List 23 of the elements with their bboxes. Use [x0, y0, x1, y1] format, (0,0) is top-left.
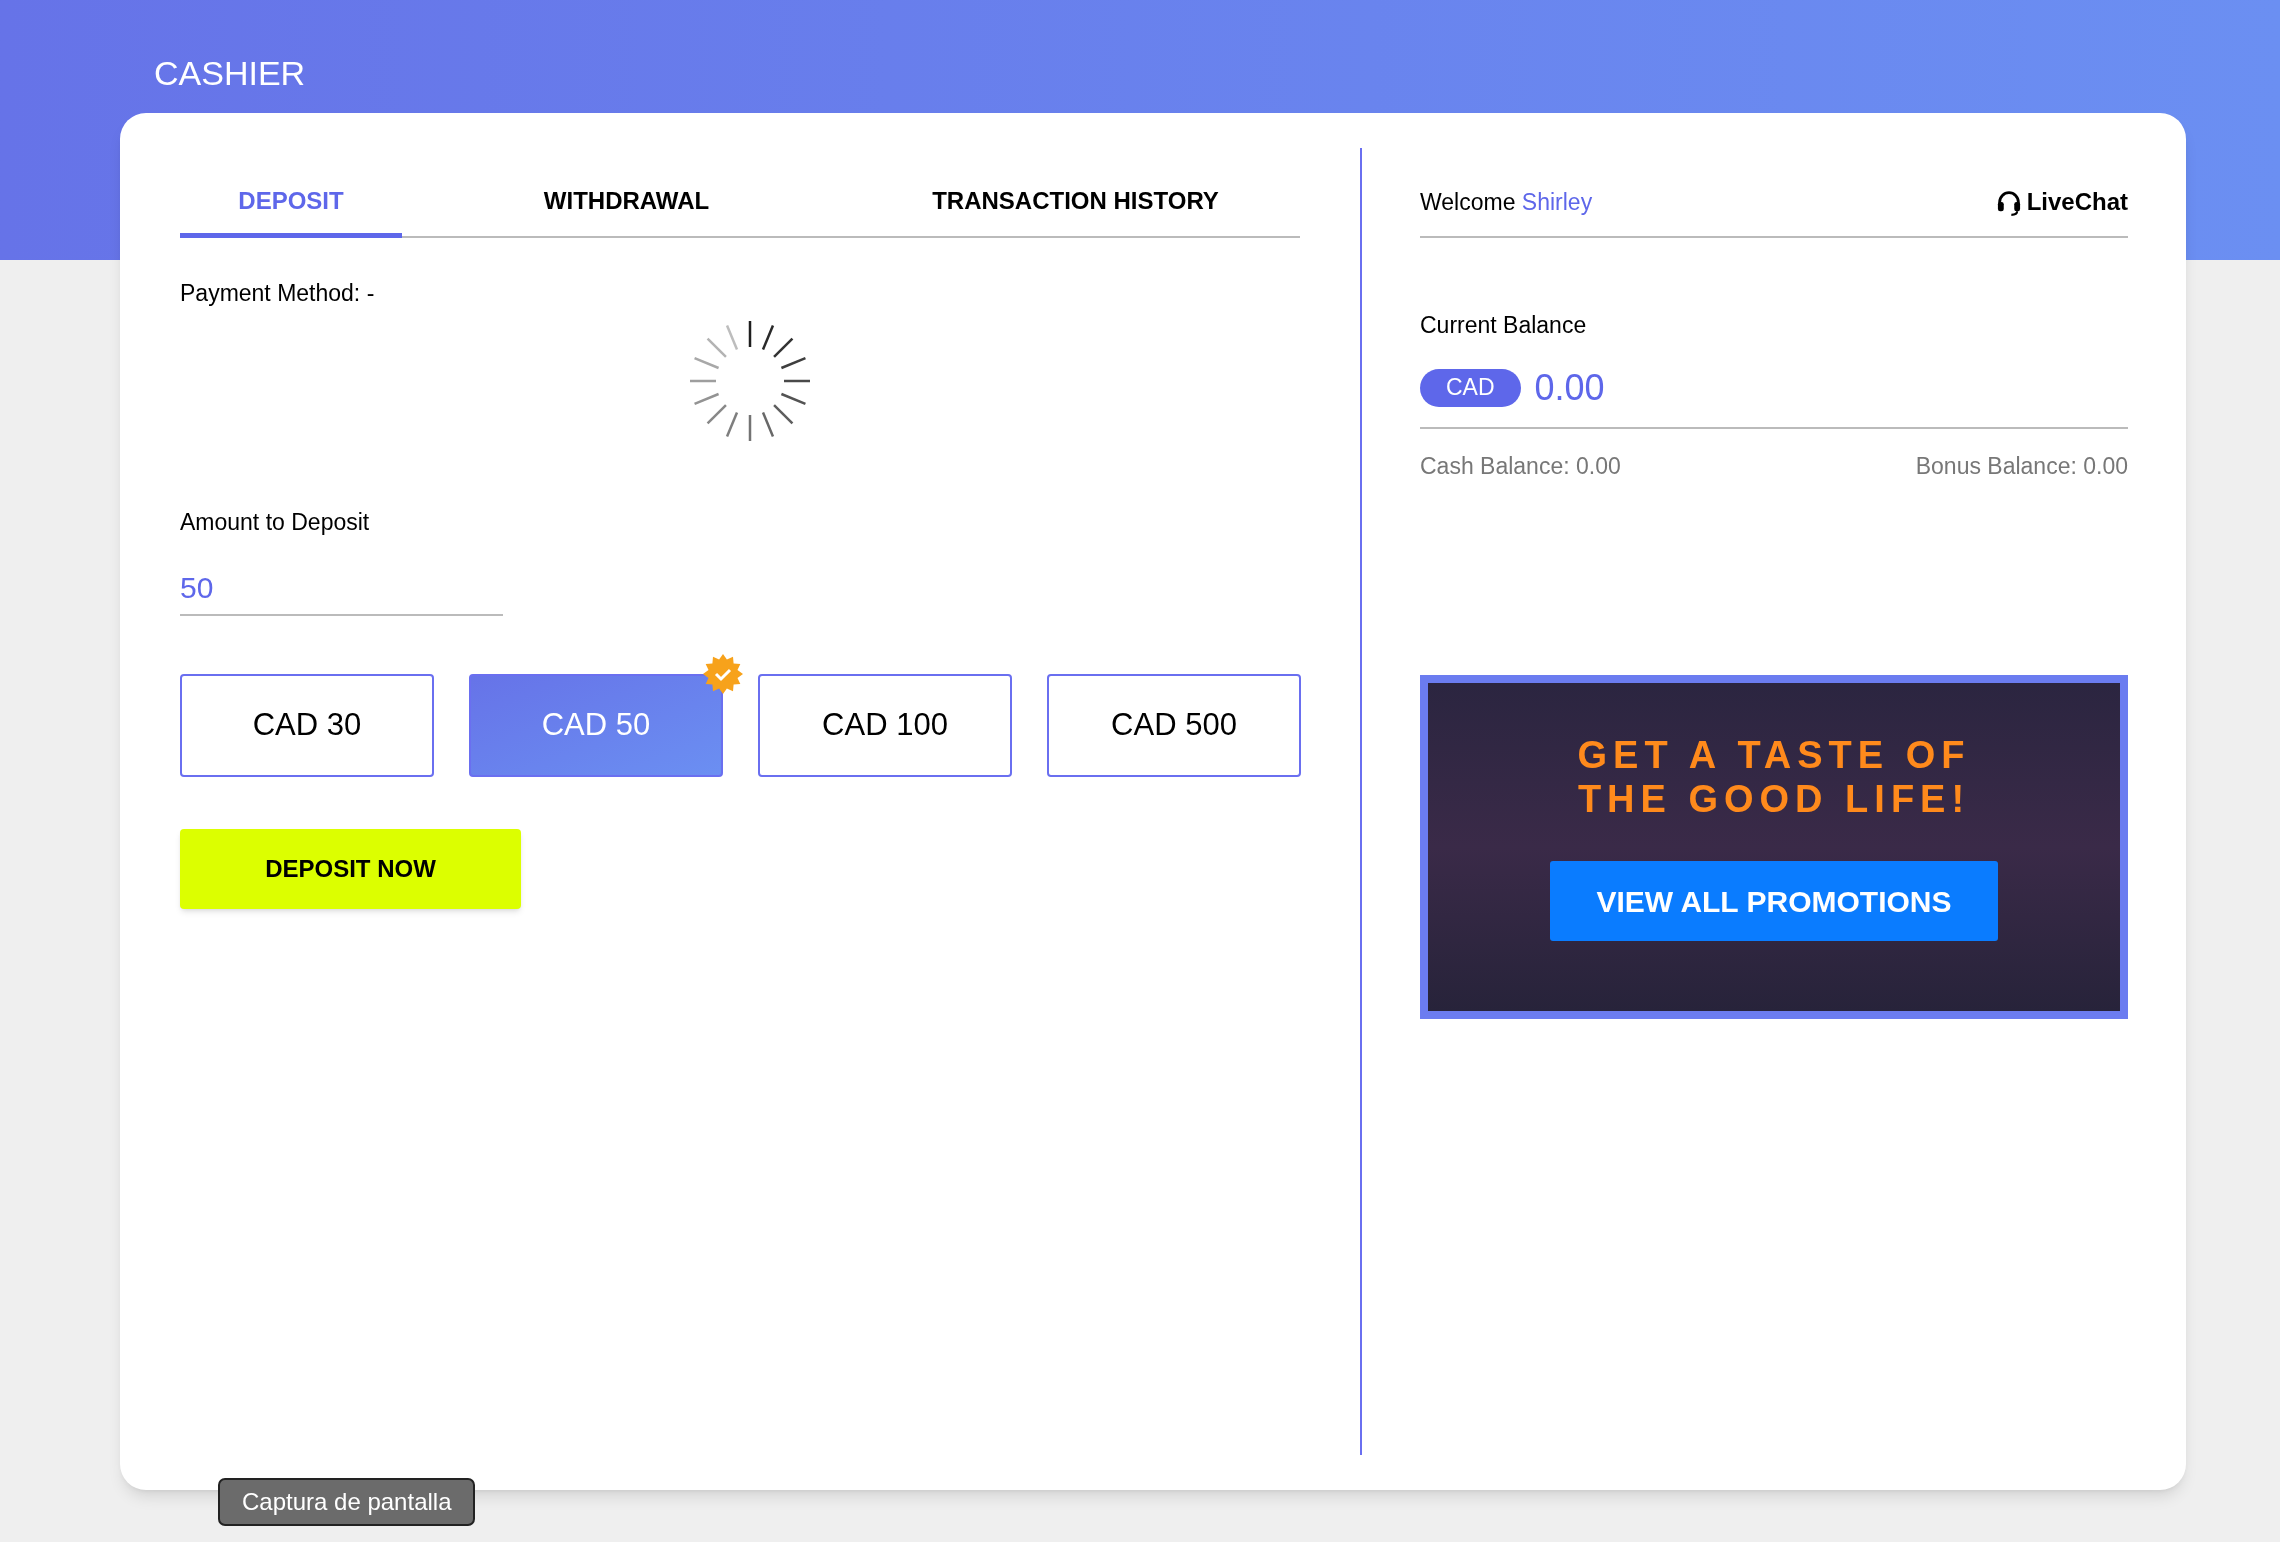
tab[interactable]: DEPOSIT: [180, 168, 402, 238]
page-title: CASHIER: [154, 54, 306, 92]
view-promotions-button[interactable]: VIEW ALL PROMOTIONS: [1550, 861, 1998, 941]
cash-balance: Cash Balance: 0.00: [1420, 451, 1621, 481]
welcome-text: Welcome Shirley: [1420, 187, 1593, 217]
amount-label: Amount to Deposit: [180, 507, 371, 537]
tab[interactable]: WITHDRAWAL: [402, 168, 851, 238]
amount-option[interactable]: CAD 500: [1047, 674, 1301, 777]
amount-input[interactable]: 50: [180, 565, 503, 616]
tab[interactable]: TRANSACTION HISTORY: [851, 168, 1300, 238]
balance-label: Current Balance: [1420, 311, 1588, 340]
amount-option[interactable]: CAD 50: [469, 674, 723, 777]
payment-method-label: Payment Method: -: [180, 279, 376, 308]
check-badge-icon: [703, 654, 743, 694]
promo-headline: GET A TASTE OF THE GOOD LIFE!: [1577, 733, 1971, 821]
amount-option[interactable]: CAD 100: [758, 674, 1012, 777]
deposit-now-button[interactable]: DEPOSIT NOW: [180, 829, 521, 909]
balance-amount: 0.00: [1534, 365, 1605, 410]
currency-badge: CAD: [1420, 368, 1521, 407]
tooltip: Captura de pantalla: [218, 1478, 476, 1526]
livechat-link[interactable]: LiveChat: [2026, 184, 2128, 220]
amount-option[interactable]: CAD 30: [180, 674, 434, 777]
bonus-balance: Bonus Balance: 0.00: [1915, 451, 2128, 481]
